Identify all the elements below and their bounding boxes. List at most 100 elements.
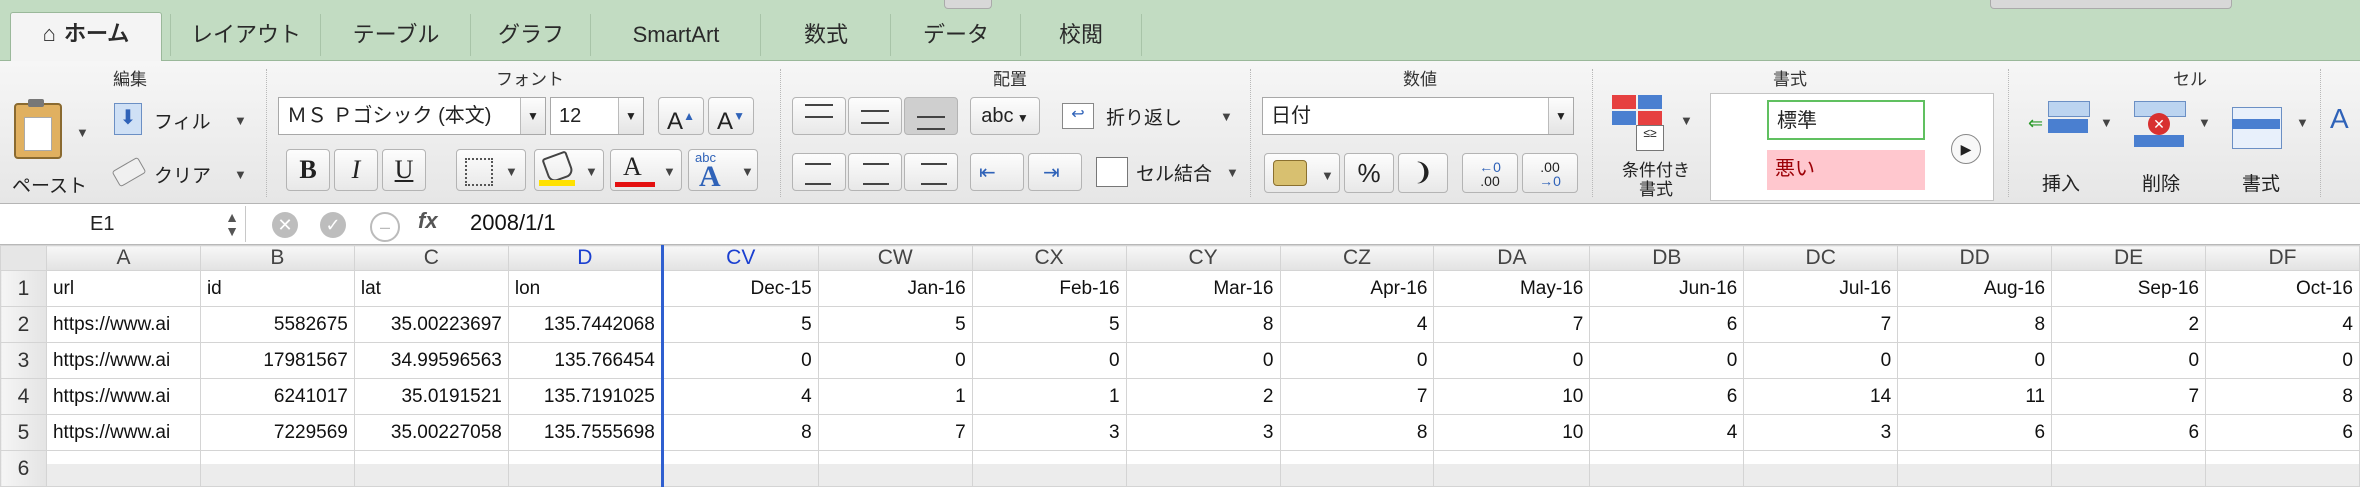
- cell[interactable]: 7: [2051, 378, 2207, 415]
- cell[interactable]: [1433, 450, 1591, 487]
- cell[interactable]: lat: [353, 270, 509, 307]
- row-header[interactable]: 3: [0, 342, 47, 379]
- cell[interactable]: 7: [1743, 306, 1899, 343]
- tab-home[interactable]: ⌂ ホーム: [10, 12, 162, 61]
- borders-button[interactable]: ▼: [456, 149, 526, 191]
- row-header[interactable]: 1: [0, 270, 47, 307]
- column-header[interactable]: DD: [1897, 245, 2053, 271]
- gallery-next-icon[interactable]: ▶: [1951, 134, 1981, 164]
- cell[interactable]: 0: [971, 342, 1127, 379]
- name-box[interactable]: E1 ▲ ▼: [0, 206, 246, 242]
- conditional-format-button[interactable]: ≤≥ ▼ 条件付き 書式: [1604, 95, 1708, 201]
- cell[interactable]: 0: [1433, 342, 1591, 379]
- cell[interactable]: 5: [817, 306, 973, 343]
- cell[interactable]: 4: [661, 378, 819, 415]
- formula-content[interactable]: 2008/1/1: [470, 210, 556, 236]
- cell[interactable]: 8: [1279, 414, 1435, 451]
- tab-data[interactable]: データ: [890, 14, 1021, 56]
- cell[interactable]: 6: [2205, 414, 2360, 451]
- column-header[interactable]: CZ: [1279, 245, 1435, 271]
- cell[interactable]: Dec-15: [661, 270, 819, 307]
- cell[interactable]: [353, 450, 509, 487]
- cell[interactable]: Feb-16: [971, 270, 1127, 307]
- percent-button[interactable]: %: [1344, 153, 1394, 193]
- cell[interactable]: [45, 450, 201, 487]
- cell[interactable]: 35.00227058: [353, 414, 509, 451]
- cell[interactable]: 10: [1433, 414, 1591, 451]
- cell[interactable]: 2: [1125, 378, 1281, 415]
- column-header[interactable]: A: [45, 245, 201, 271]
- cell[interactable]: [661, 450, 819, 487]
- decrease-decimal-button[interactable]: .00 →0: [1522, 153, 1578, 193]
- cell[interactable]: 0: [1743, 342, 1899, 379]
- cell[interactable]: id: [199, 270, 355, 307]
- paste-dropdown-icon[interactable]: ▼: [76, 125, 89, 140]
- cell[interactable]: 8: [661, 414, 819, 451]
- cell[interactable]: Apr-16: [1279, 270, 1435, 307]
- cell[interactable]: 7229569: [199, 414, 355, 451]
- cell[interactable]: 135.766454: [507, 342, 664, 379]
- align-left-button[interactable]: [792, 153, 846, 191]
- cell[interactable]: [817, 450, 973, 487]
- cell[interactable]: [1743, 450, 1899, 487]
- cell[interactable]: 7: [817, 414, 973, 451]
- cell[interactable]: Jan-16: [817, 270, 973, 307]
- cancel-icon[interactable]: ✕: [272, 212, 298, 238]
- cell[interactable]: https://www.ai: [45, 306, 201, 343]
- orientation-button[interactable]: abc ▼: [970, 97, 1040, 135]
- cell[interactable]: 5: [661, 306, 819, 343]
- themes-icon[interactable]: A: [2330, 103, 2360, 163]
- cell[interactable]: 35.00223697: [353, 306, 509, 343]
- column-header[interactable]: DE: [2051, 245, 2207, 271]
- tab-table[interactable]: テーブル: [320, 14, 471, 56]
- cell[interactable]: 6: [1589, 378, 1745, 415]
- cell[interactable]: 3: [1743, 414, 1899, 451]
- paste-button[interactable]: ▼ ペースト: [6, 99, 89, 197]
- increase-decimal-button[interactable]: ←0.00: [1462, 153, 1518, 193]
- insert-function-icon[interactable]: fx: [418, 208, 438, 234]
- cell[interactable]: 4: [1279, 306, 1435, 343]
- cell[interactable]: 8: [1897, 306, 2053, 343]
- cell[interactable]: Oct-16: [2205, 270, 2360, 307]
- cell[interactable]: Jul-16: [1743, 270, 1899, 307]
- cell[interactable]: 14: [1743, 378, 1899, 415]
- cell[interactable]: [1125, 450, 1281, 487]
- merge-cells-button[interactable]: セル結合 ▼: [1092, 153, 1248, 191]
- column-header[interactable]: CV: [661, 245, 819, 271]
- function-paren-icon[interactable]: –: [370, 212, 400, 242]
- bold-button[interactable]: B: [286, 149, 330, 191]
- cell[interactable]: 34.99596563: [353, 342, 509, 379]
- column-header[interactable]: DA: [1433, 245, 1591, 271]
- row-header[interactable]: 2: [0, 306, 47, 343]
- cell[interactable]: 0: [817, 342, 973, 379]
- italic-button[interactable]: I: [334, 149, 378, 191]
- cell[interactable]: 135.7191025: [507, 378, 664, 415]
- row-header[interactable]: 4: [0, 378, 47, 415]
- cell[interactable]: 0: [2051, 342, 2207, 379]
- increase-indent-button[interactable]: ⇥: [1028, 153, 1082, 191]
- cell[interactable]: [2051, 450, 2207, 487]
- cell[interactable]: 4: [2205, 306, 2360, 343]
- cell[interactable]: 7: [1279, 378, 1435, 415]
- column-header[interactable]: CX: [971, 245, 1127, 271]
- decrease-indent-button[interactable]: ⇤: [970, 153, 1024, 191]
- cell[interactable]: 6241017: [199, 378, 355, 415]
- cell[interactable]: [199, 450, 355, 487]
- delete-cells-button[interactable]: ✕ ▼ 削除: [2120, 97, 2216, 197]
- tab-review[interactable]: 校閲: [1020, 14, 1142, 56]
- cell[interactable]: 8: [1125, 306, 1281, 343]
- row-header[interactable]: 6: [0, 450, 47, 487]
- align-top-button[interactable]: [792, 97, 846, 135]
- grow-font-button[interactable]: A▲: [658, 97, 704, 135]
- wrap-text-button[interactable]: ↩ 折り返し ▼: [1058, 97, 1234, 135]
- confirm-icon[interactable]: ✓: [320, 212, 346, 238]
- cell[interactable]: 0: [1279, 342, 1435, 379]
- cell[interactable]: [1279, 450, 1435, 487]
- tab-layout[interactable]: レイアウト: [170, 14, 321, 56]
- cell[interactable]: [1589, 450, 1745, 487]
- cell[interactable]: lon: [507, 270, 664, 307]
- fill-color-button[interactable]: ▼: [534, 149, 604, 191]
- shrink-font-button[interactable]: A▼: [708, 97, 754, 135]
- align-center-button[interactable]: [848, 153, 902, 191]
- cell[interactable]: https://www.ai: [45, 378, 201, 415]
